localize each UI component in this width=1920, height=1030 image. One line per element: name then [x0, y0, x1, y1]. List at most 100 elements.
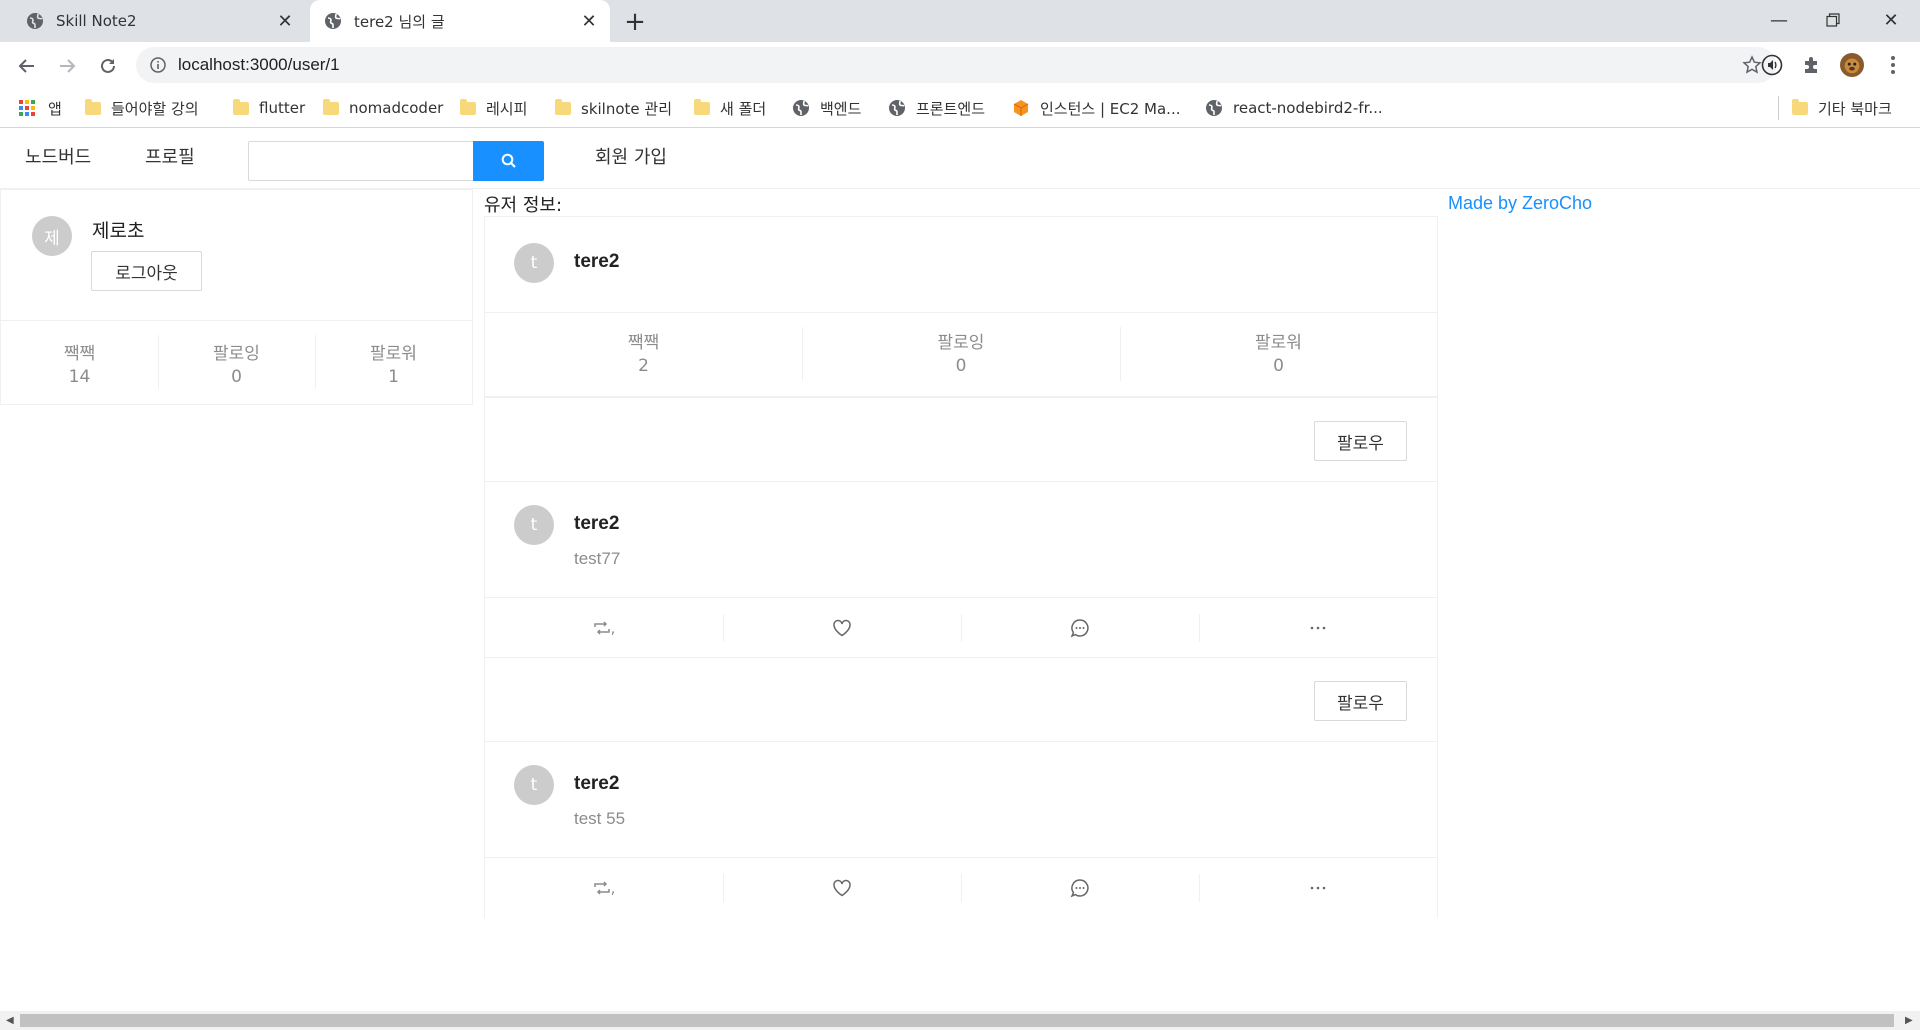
comment-button[interactable]	[961, 858, 1199, 918]
extension-audio-icon[interactable]	[1760, 53, 1784, 77]
top-menu: 노드버드 프로필 회원 가입	[0, 129, 1920, 189]
avatar: t	[514, 765, 554, 805]
stat-following[interactable]: 팔로잉 0	[158, 321, 315, 405]
folder-icon	[1792, 98, 1808, 115]
stat-label: 짹짹	[627, 333, 660, 353]
stat-posts[interactable]: 짹짹 14	[1, 321, 158, 405]
globe-icon	[793, 100, 809, 116]
more-button[interactable]	[1199, 858, 1437, 918]
bookmark-label: 백엔드	[820, 99, 862, 118]
folder-icon	[555, 98, 571, 115]
bookmark-label: 프론트엔드	[916, 99, 986, 118]
made-by-link[interactable]: Made by ZeroCho	[1448, 193, 1592, 214]
stat-posts[interactable]: 짹짹 2	[485, 313, 802, 397]
more-button[interactable]	[1199, 598, 1437, 658]
avatar: t	[514, 243, 554, 283]
ellipsis-icon	[1310, 626, 1326, 630]
menu-signup-link[interactable]: 회원 가입	[595, 129, 667, 189]
close-tab-icon[interactable]: ✕	[272, 8, 298, 34]
like-button[interactable]	[723, 598, 961, 658]
scroll-right-icon[interactable]: ▶	[1905, 1015, 1913, 1026]
bookmark-site[interactable]: 프론트엔드	[888, 88, 985, 128]
retweet-button[interactable]: ,	[485, 598, 723, 658]
profile-avatar-icon[interactable]	[1840, 53, 1864, 77]
aws-cube-icon	[1013, 100, 1029, 116]
bookmark-folder[interactable]: 들어야할 강의	[85, 88, 199, 128]
comment-button[interactable]	[961, 598, 1199, 658]
url-text: localhost:3000/user/1	[178, 55, 340, 74]
close-window-icon[interactable]: ✕	[1864, 0, 1918, 40]
back-icon[interactable]	[11, 50, 43, 82]
logout-button[interactable]: 로그아웃	[91, 251, 202, 291]
heart-icon	[833, 879, 851, 897]
extensions-puzzle-icon[interactable]	[1800, 53, 1824, 77]
tab-skill-note2[interactable]: Skill Note2 ✕	[12, 0, 306, 42]
new-tab-button[interactable]: +	[620, 7, 650, 37]
bookmark-label: 들어야할 강의	[111, 99, 199, 118]
user-info-label: 유저 정보:	[484, 195, 563, 216]
bookmark-site[interactable]: react-nodebird2-fr...	[1205, 88, 1383, 128]
menu-home-link[interactable]: 노드버드	[25, 129, 91, 189]
bookmark-star-icon[interactable]	[1742, 55, 1762, 75]
scroll-left-icon[interactable]: ◀	[6, 1015, 14, 1026]
my-stats: 짹짹 14 팔로잉 0 팔로워 1	[1, 320, 472, 404]
bookmark-site[interactable]: 인스턴스 | EC2 Ma...	[1012, 88, 1181, 128]
folder-icon	[233, 98, 249, 115]
like-button[interactable]	[723, 858, 961, 918]
page-content: 노드버드 프로필 회원 가입 제 제로초 로그아웃 짹짹 14 팔로잉 0 팔로…	[0, 129, 1920, 1011]
globe-icon	[889, 100, 905, 116]
scrollbar-thumb[interactable]	[20, 1014, 1894, 1027]
minimize-icon[interactable]: —	[1752, 0, 1806, 40]
bookmark-folder[interactable]: skilnote 관리	[555, 88, 672, 128]
globe-icon	[27, 13, 43, 29]
folder-icon	[85, 98, 101, 115]
site-info-icon[interactable]	[150, 57, 166, 73]
close-tab-icon[interactable]: ✕	[576, 8, 602, 34]
retweet-suffix: ,	[610, 879, 616, 897]
bookmark-label: 기타 북마크	[1818, 99, 1892, 118]
my-nickname: 제로초	[92, 220, 145, 242]
follow-button[interactable]: 팔로우	[1314, 681, 1407, 721]
heart-icon	[833, 619, 851, 637]
stat-following[interactable]: 팔로잉 0	[802, 313, 1120, 397]
bookmark-apps[interactable]: 앱	[18, 88, 62, 128]
search-input[interactable]	[248, 141, 474, 181]
menu-profile-link[interactable]: 프로필	[145, 129, 195, 189]
horizontal-scrollbar[interactable]: ◀ ▶	[0, 1011, 1920, 1030]
follow-button[interactable]: 팔로우	[1314, 421, 1407, 461]
post-actions: ,	[485, 858, 1437, 918]
search-button[interactable]	[473, 141, 544, 181]
folder-icon	[460, 98, 476, 115]
post-actions: ,	[485, 598, 1437, 658]
profile-stats: 짹짹 2 팔로잉 0 팔로워 0	[485, 312, 1437, 396]
retweet-suffix: ,	[610, 619, 616, 637]
tab-strip: Skill Note2 ✕ tere2 님의 글 ✕ + — ✕	[0, 0, 1920, 42]
tab-title: Skill Note2	[56, 12, 137, 30]
forward-icon[interactable]	[51, 50, 83, 82]
stat-value: 2	[638, 356, 649, 376]
bookmark-folder[interactable]: nomadcoder	[323, 88, 443, 128]
retweet-icon	[593, 621, 610, 635]
bookmark-label: react-nodebird2-fr...	[1233, 99, 1383, 117]
stat-value: 1	[388, 367, 399, 387]
post-author: tere2	[574, 513, 620, 534]
browser-toolbar: localhost:3000/user/1	[0, 42, 1920, 88]
bookmark-other-folder[interactable]: 기타 북마크	[1792, 88, 1892, 128]
stat-value: 14	[68, 367, 91, 387]
stat-followers[interactable]: 팔로워 1	[315, 321, 472, 405]
user-profile-card: t tere2 짹짹 2 팔로잉 0 팔로워 0	[484, 216, 1438, 397]
stat-label: 팔로워	[1255, 333, 1302, 353]
bookmark-folder[interactable]: 새 폴더	[694, 88, 766, 128]
bookmark-label: 인스턴스 | EC2 Ma...	[1040, 99, 1181, 118]
browser-menu-icon[interactable]	[1881, 53, 1905, 77]
bookmark-site[interactable]: 백엔드	[792, 88, 861, 128]
address-bar[interactable]: localhost:3000/user/1	[136, 47, 1776, 83]
bookmark-folder[interactable]: flutter	[233, 88, 305, 128]
stat-followers[interactable]: 팔로워 0	[1120, 313, 1437, 397]
retweet-button[interactable]: ,	[485, 858, 723, 918]
restore-icon[interactable]	[1806, 0, 1860, 40]
bookmark-label: nomadcoder	[349, 99, 444, 117]
reload-icon[interactable]	[92, 50, 124, 82]
bookmark-folder[interactable]: 레시피	[460, 88, 527, 128]
tab-tere2-posts[interactable]: tere2 님의 글 ✕	[310, 0, 610, 42]
